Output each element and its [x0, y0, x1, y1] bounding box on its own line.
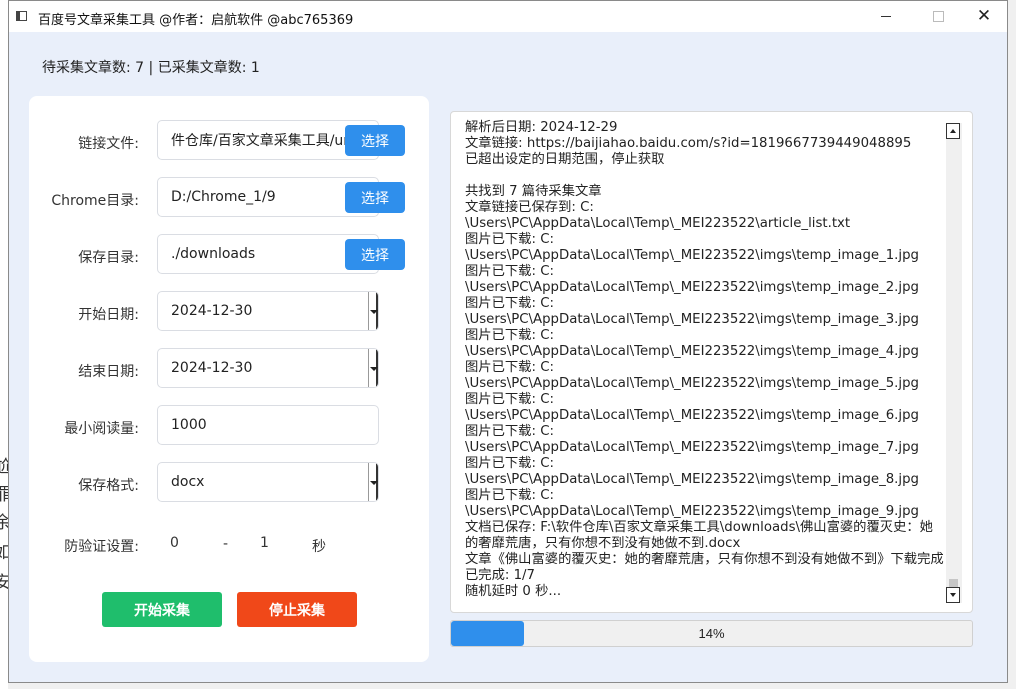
link-file-choose-button[interactable]: 选择 [345, 125, 405, 156]
background-window: 尬 罪 余 如 安 [0, 0, 11, 689]
status-text: 待采集文章数: 7 | 已采集文章数: 1 [42, 60, 260, 76]
log-panel[interactable]: 解析后日期: 2024-12-29 文章链接: https://baijiaha… [450, 111, 973, 613]
log-text: 解析后日期: 2024-12-29 文章链接: https://baijiaha… [465, 120, 944, 599]
stop-button[interactable]: 停止采集 [237, 592, 357, 627]
app-icon [16, 11, 27, 21]
save-dir-label: 保存目录: [78, 250, 139, 266]
scroll-down-arrow-icon[interactable] [946, 587, 960, 603]
title-bar[interactable]: 百度号文章采集工具 @作者：启航软件 @abc765369 ✕ [9, 1, 1007, 32]
format-select[interactable]: docx [157, 462, 379, 502]
scroll-up-arrow-icon[interactable] [946, 123, 960, 139]
chrome-dir-choose-button[interactable]: 选择 [345, 182, 405, 213]
anti-verify-label: 防验证设置: [64, 539, 139, 555]
minimize-button[interactable] [863, 1, 909, 32]
progress-bar: 14% [450, 620, 973, 647]
end-date-label: 结束日期: [78, 364, 139, 380]
window-title: 百度号文章采集工具 @作者：启航软件 @abc765369 [38, 13, 354, 28]
save-dir-choose-button[interactable]: 选择 [345, 239, 405, 270]
anti-verify-max[interactable]: 1 [260, 535, 269, 551]
settings-panel: 链接文件: 件仓库/百家文章采集工具/urls 选择 Chrome目录: D:/… [29, 96, 429, 662]
chrome-dir-label: Chrome目录: [51, 193, 139, 209]
min-reads-field[interactable]: 1000 [157, 405, 379, 445]
log-scrollbar[interactable] [946, 123, 962, 603]
dropdown-arrow-icon[interactable] [368, 463, 378, 501]
format-value: docx [171, 474, 205, 490]
min-reads-label: 最小阅读量: [64, 421, 139, 437]
start-button[interactable]: 开始采集 [102, 592, 222, 627]
app-window: 百度号文章采集工具 @作者：启航软件 @abc765369 ✕ 待采集文章数: … [8, 0, 1008, 683]
start-date-picker[interactable]: 2024-12-30 [157, 291, 379, 331]
anti-verify-separator: - [223, 536, 229, 552]
anti-verify-min[interactable]: 0 [170, 535, 179, 551]
end-date-value: 2024-12-30 [171, 360, 253, 376]
maximize-button[interactable] [915, 1, 961, 32]
dropdown-arrow-icon[interactable] [368, 349, 378, 387]
format-label: 保存格式: [78, 478, 139, 494]
maximize-icon [932, 11, 944, 22]
start-date-value: 2024-12-30 [171, 303, 253, 319]
start-date-label: 开始日期: [78, 307, 139, 323]
dropdown-arrow-icon[interactable] [368, 292, 378, 330]
end-date-picker[interactable]: 2024-12-30 [157, 348, 379, 388]
progress-label: 14% [698, 626, 725, 641]
close-icon: ✕ [976, 6, 992, 26]
link-file-label: 链接文件: [78, 136, 139, 152]
anti-verify-unit: 秒 [312, 539, 326, 555]
close-button[interactable]: ✕ [961, 1, 1007, 32]
minimize-icon [881, 16, 891, 17]
